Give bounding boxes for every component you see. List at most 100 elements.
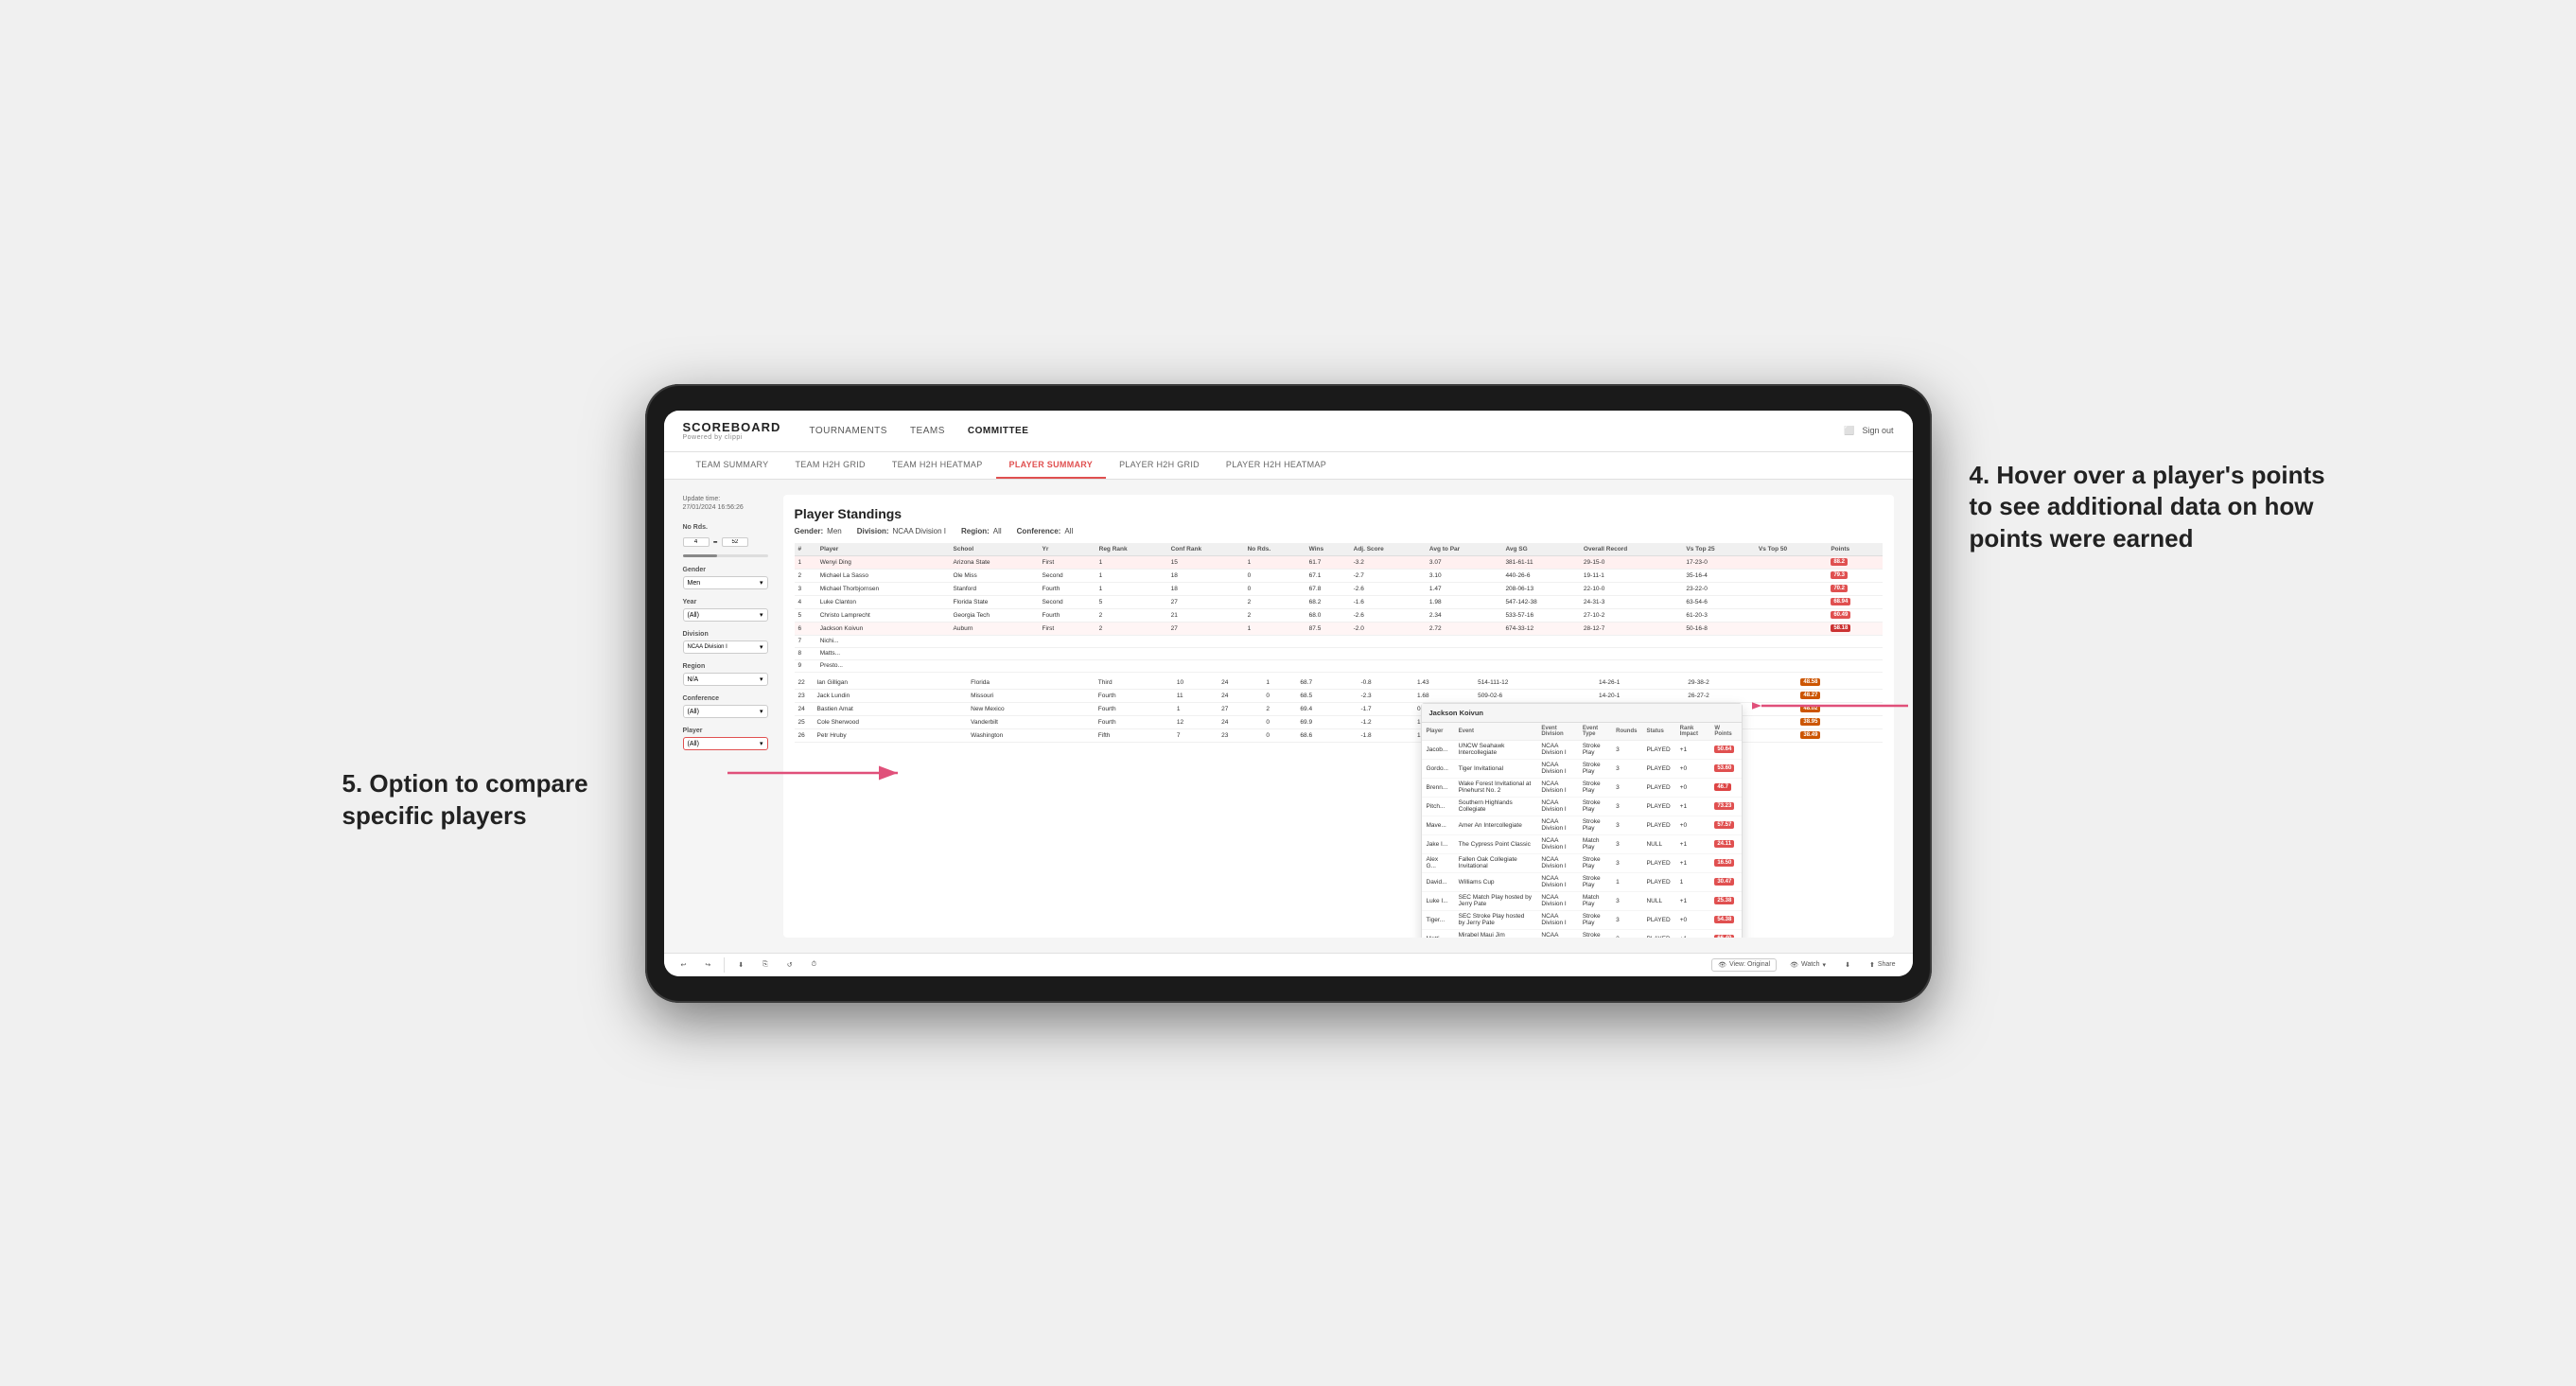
view-original-button[interactable]: 👁 View: Original xyxy=(1711,958,1777,972)
standings-title: Player Standings xyxy=(795,506,1883,521)
col-reg-rank: Reg Rank xyxy=(1095,543,1167,556)
cell-points[interactable] xyxy=(1827,647,1882,659)
right-arrow-icon xyxy=(1752,687,1913,725)
cell-points[interactable]: 88.2 xyxy=(1827,555,1882,569)
refresh-button[interactable]: ↺ xyxy=(781,959,798,971)
cell-points[interactable]: 68.94 xyxy=(1827,595,1882,608)
redo-button[interactable]: ↪ xyxy=(699,959,716,971)
eye-icon: 👁 xyxy=(1718,961,1726,969)
bottom-toolbar: ↩ ↪ ⬇ ⎘ ↺ ⏱ 👁 View: Original 👁 Watch ▾ ⬇ xyxy=(664,953,1913,976)
logo-text: SCOREBOARD xyxy=(683,420,781,434)
table-row[interactable]: 5 Christo Lamprecht Georgia Tech Fourth … xyxy=(795,608,1883,622)
year-value: (All) xyxy=(688,612,699,619)
nav-committee[interactable]: COMMITTEE xyxy=(968,422,1029,440)
undo-button[interactable]: ↩ xyxy=(675,959,692,971)
logo-area: SCOREBOARD Powered by clippi xyxy=(683,420,781,441)
download-button[interactable]: ⬇ xyxy=(732,959,749,971)
conference-dropdown[interactable]: (All) ▾ xyxy=(683,705,768,718)
chevron-down-icon: ▾ xyxy=(760,708,763,715)
sub-nav: TEAM SUMMARY TEAM H2H GRID TEAM H2H HEAT… xyxy=(664,452,1913,480)
tooltip-row: Matti...Mirabel Maui Jim Intercollegiate… xyxy=(1422,929,1742,938)
filter-gender: Gender Men ▾ xyxy=(683,567,768,589)
tooltip-row: Jacob...UNCW Seahawk IntercollegiateNCAA… xyxy=(1422,740,1742,759)
tooltip-row: Mave...Amer An IntercollegiateNCAA Divis… xyxy=(1422,816,1742,834)
tooltip-row: Luke I...SEC Match Play hosted by Jerry … xyxy=(1422,891,1742,910)
table-row[interactable]: 9Presto... xyxy=(795,659,1883,672)
table-row[interactable]: 8Matts... xyxy=(795,647,1883,659)
subnav-team-h2h-grid[interactable]: TEAM H2H GRID xyxy=(781,452,878,479)
cell-points[interactable]: 58.18 xyxy=(1827,622,1882,635)
nav-teams[interactable]: TEAMS xyxy=(910,422,945,440)
col-player: Player xyxy=(816,543,950,556)
table-row[interactable]: 3 Michael Thorbjornsen Stanford Fourth 1… xyxy=(795,582,1883,595)
gender-dropdown[interactable]: Men ▾ xyxy=(683,576,768,589)
timer-button[interactable]: ⏱ xyxy=(806,959,822,971)
cell-points[interactable]: 60.49 xyxy=(1827,608,1882,622)
table-row[interactable]: 7Nichi... xyxy=(795,635,1883,647)
tooltip-row: Pitch...Southern Highlands CollegiateNCA… xyxy=(1422,797,1742,816)
subnav-team-summary[interactable]: TEAM SUMMARY xyxy=(683,452,782,479)
table-row[interactable]: 4 Luke Clanton Florida State Second 5272… xyxy=(795,595,1883,608)
update-time-value: 27/01/2024 16:56:26 xyxy=(683,504,744,511)
main-content: Update time: 27/01/2024 16:56:26 No Rds.… xyxy=(664,480,1913,953)
table-row[interactable]: 23 Jack LundinMissouriFourth 1124068.5-2… xyxy=(795,689,1883,702)
filter-division: Division NCAA Division I ▾ xyxy=(683,631,768,654)
table-row[interactable]: 22 Ian GilliganFloridaThird 1024168.7-0.… xyxy=(795,676,1883,690)
subnav-player-h2h-grid[interactable]: PLAYER H2H GRID xyxy=(1106,452,1213,479)
table-row[interactable]: 2 Michael La Sasso Ole Miss Second 11806… xyxy=(795,569,1883,582)
cell-school: Ole Miss xyxy=(950,569,1039,582)
header-icon: ⬜ xyxy=(1844,426,1854,436)
cell-points[interactable] xyxy=(1827,635,1882,647)
watch-label: Watch xyxy=(1801,961,1820,968)
watch-button[interactable]: 👁 Watch ▾ xyxy=(1784,959,1831,971)
cell-points[interactable] xyxy=(1827,659,1882,672)
share-icon: ⬆ xyxy=(1869,961,1875,969)
cell-rank: 2 xyxy=(795,569,816,582)
filter-player-label: Player xyxy=(683,728,768,734)
chevron-down-icon: ▾ xyxy=(760,675,763,683)
tooltip-row: David...Williams CupNCAA Division IStrok… xyxy=(1422,872,1742,891)
table-row[interactable]: 6 Jackson Koivun Auburn First 227187.5-2… xyxy=(795,622,1883,635)
col-overall: Overall Record xyxy=(1580,543,1682,556)
download-icon-button[interactable]: ⬇ xyxy=(1839,959,1856,971)
region-dropdown[interactable]: N/A ▾ xyxy=(683,673,768,686)
nav-tournaments[interactable]: TOURNAMENTS xyxy=(809,422,887,440)
conference-value: (All) xyxy=(688,709,699,715)
year-dropdown[interactable]: (All) ▾ xyxy=(683,608,768,622)
chevron-down-icon: ▾ xyxy=(760,579,763,587)
filter-region-label: Region xyxy=(683,663,768,670)
filter-no-rds: No Rds. - xyxy=(683,524,768,557)
standings-conference-label: Conference: xyxy=(1017,527,1061,535)
no-rds-max-input[interactable] xyxy=(722,537,748,547)
tablet-frame: SCOREBOARD Powered by clippi TOURNAMENTS… xyxy=(645,384,1932,1003)
sign-out-link[interactable]: Sign out xyxy=(1862,426,1893,435)
main-nav: TOURNAMENTS TEAMS COMMITTEE xyxy=(809,422,1844,440)
subnav-player-h2h-heatmap[interactable]: PLAYER H2H HEATMAP xyxy=(1213,452,1340,479)
division-value: NCAA Division I xyxy=(688,644,727,650)
tooltip-table: Player Event Event Division Event Type R… xyxy=(1422,723,1742,938)
table-row[interactable]: 1 Wenyi Ding Arizona State First 1 15 1 … xyxy=(795,555,1883,569)
cell-points[interactable]: 79.3 xyxy=(1827,569,1882,582)
cell-points[interactable]: 70.2 xyxy=(1827,582,1882,595)
no-rds-min-input[interactable] xyxy=(683,537,710,547)
standings-region-label: Region: xyxy=(961,527,990,535)
subnav-team-h2h-heatmap[interactable]: TEAM H2H HEATMAP xyxy=(879,452,996,479)
copy-button[interactable]: ⎘ xyxy=(757,959,774,971)
col-points: Points xyxy=(1827,543,1882,556)
tcol-type: Event Type xyxy=(1578,723,1611,741)
toolbar-divider xyxy=(724,957,725,973)
division-dropdown[interactable]: NCAA Division I ▾ xyxy=(683,640,768,654)
col-avg-sg: Avg SG xyxy=(1501,543,1579,556)
header-right: ⬜ Sign out xyxy=(1844,426,1893,436)
no-rds-slider[interactable] xyxy=(683,554,768,557)
player-dropdown[interactable]: (All) ▾ xyxy=(683,737,768,750)
cell-school: Arizona State xyxy=(950,555,1039,569)
filter-year-label: Year xyxy=(683,599,768,605)
table-header-row: # Player School Yr Reg Rank Conf Rank No… xyxy=(795,543,1883,556)
subnav-player-summary[interactable]: PLAYER SUMMARY xyxy=(996,452,1107,479)
share-button[interactable]: ⬆ Share xyxy=(1864,959,1901,971)
cell-overall: 29-15-0 xyxy=(1580,555,1682,569)
tooltip-row: Tiger...SEC Stroke Play hosted by Jerry … xyxy=(1422,910,1742,929)
cell-vs25: 17-23-0 xyxy=(1682,555,1754,569)
chevron-down-icon: ▾ xyxy=(760,643,763,651)
